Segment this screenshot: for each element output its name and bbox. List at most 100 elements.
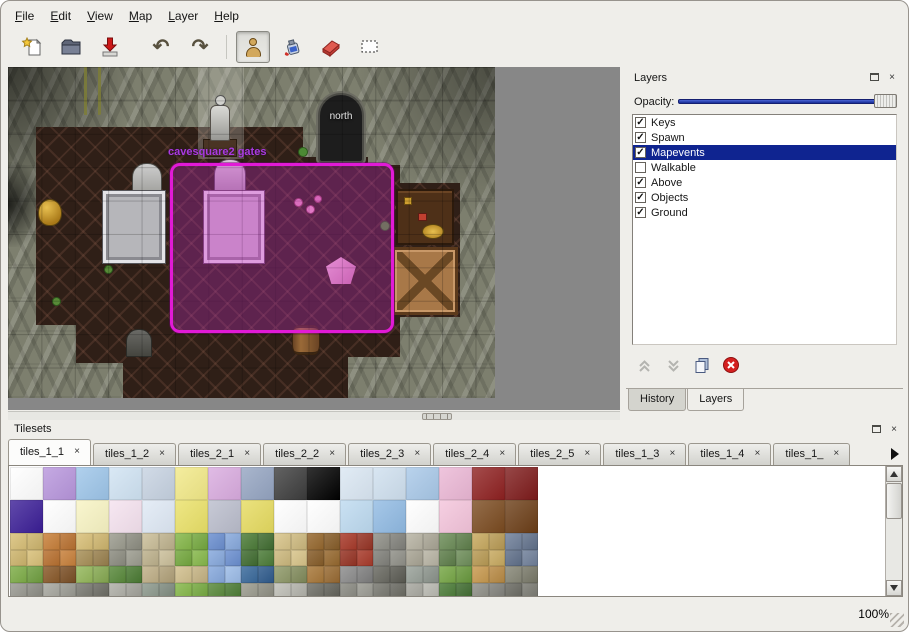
tile[interactable] [27, 566, 44, 583]
tile[interactable] [489, 583, 506, 598]
tile[interactable] [390, 533, 407, 550]
tile[interactable] [357, 583, 374, 598]
tile[interactable] [439, 550, 456, 567]
tile[interactable] [241, 550, 258, 567]
tile[interactable] [340, 583, 357, 598]
tile[interactable] [340, 533, 357, 550]
menu-item-help[interactable]: Help [206, 6, 247, 26]
tile[interactable] [192, 566, 209, 583]
tile[interactable] [505, 550, 522, 567]
tile[interactable] [307, 550, 324, 567]
tile[interactable] [126, 533, 143, 550]
tile[interactable] [76, 566, 93, 583]
tile[interactable] [456, 550, 473, 567]
float-panel-button[interactable] [869, 422, 883, 436]
layer-visibility-checkbox[interactable]: ✓ [635, 192, 646, 203]
tile[interactable] [192, 583, 209, 598]
duplicate-layer-button[interactable] [692, 355, 712, 375]
tile[interactable] [10, 500, 43, 533]
tile[interactable] [43, 566, 60, 583]
tile[interactable] [472, 467, 505, 500]
tile[interactable] [93, 550, 110, 567]
tile[interactable] [126, 583, 143, 598]
opacity-slider-handle[interactable] [874, 94, 897, 108]
tile[interactable] [340, 467, 373, 500]
tile[interactable] [142, 500, 175, 533]
tile[interactable] [274, 467, 307, 500]
tile[interactable] [373, 500, 406, 533]
tileset-tab-tiles_2_2[interactable]: tiles_2_2× [263, 443, 346, 465]
tile[interactable] [126, 550, 143, 567]
tile[interactable] [406, 566, 423, 583]
tile[interactable] [274, 533, 291, 550]
layer-row-walkable[interactable]: Walkable [633, 160, 896, 175]
layer-visibility-checkbox[interactable]: ✓ [635, 117, 646, 128]
tile[interactable] [406, 500, 439, 533]
tileset-tab-tiles_2_4[interactable]: tiles_2_4× [433, 443, 516, 465]
tile[interactable] [307, 583, 324, 598]
tile[interactable] [159, 550, 176, 567]
map-selection-rect[interactable] [170, 163, 394, 333]
eraser-tool-button[interactable] [314, 31, 348, 63]
tile[interactable] [27, 533, 44, 550]
tile[interactable] [390, 550, 407, 567]
tile[interactable] [439, 583, 456, 598]
tab-close-icon[interactable]: × [496, 448, 508, 460]
delete-layer-button[interactable] [721, 355, 741, 375]
tab-close-icon[interactable]: × [830, 448, 842, 460]
tile[interactable] [159, 533, 176, 550]
tile[interactable] [10, 533, 27, 550]
tile[interactable] [522, 550, 539, 567]
tile[interactable] [76, 467, 109, 500]
tile[interactable] [109, 566, 126, 583]
layer-row-objects[interactable]: ✓Objects [633, 190, 896, 205]
tile[interactable] [159, 566, 176, 583]
tile[interactable] [175, 467, 208, 500]
tile[interactable] [76, 550, 93, 567]
tile[interactable] [423, 583, 440, 598]
tileset-tab-tiles_1_2[interactable]: tiles_1_2× [93, 443, 176, 465]
tile[interactable] [258, 583, 275, 598]
tile[interactable] [142, 467, 175, 500]
tileset-viewport[interactable] [8, 465, 903, 597]
tile[interactable] [489, 550, 506, 567]
tile[interactable] [406, 467, 439, 500]
tile[interactable] [439, 467, 472, 500]
panel-tab-history[interactable]: History [628, 389, 686, 411]
tile[interactable] [76, 533, 93, 550]
tile[interactable] [423, 533, 440, 550]
layer-visibility-checkbox[interactable]: ✓ [635, 207, 646, 218]
tile[interactable] [241, 566, 258, 583]
tile[interactable] [43, 533, 60, 550]
layer-row-mapevents[interactable]: ✓Mapevents [633, 145, 896, 160]
tile[interactable] [225, 550, 242, 567]
tileset-vscrollbar[interactable] [885, 466, 902, 596]
tile[interactable] [142, 566, 159, 583]
close-panel-button[interactable]: × [885, 70, 899, 84]
tile[interactable] [439, 533, 456, 550]
tile[interactable] [489, 533, 506, 550]
tile[interactable] [109, 500, 142, 533]
tile[interactable] [43, 467, 76, 500]
tile[interactable] [340, 550, 357, 567]
tile[interactable] [472, 533, 489, 550]
tile[interactable] [10, 467, 43, 500]
menu-item-map[interactable]: Map [121, 6, 160, 26]
layer-row-spawn[interactable]: ✓Spawn [633, 130, 896, 145]
tile[interactable] [10, 550, 27, 567]
tile[interactable] [208, 500, 241, 533]
tile[interactable] [307, 467, 340, 500]
tile[interactable] [109, 467, 142, 500]
tile[interactable] [109, 583, 126, 598]
tile[interactable] [258, 566, 275, 583]
tile[interactable] [522, 566, 539, 583]
opacity-slider[interactable] [678, 92, 897, 110]
layer-visibility-checkbox[interactable]: ✓ [635, 147, 646, 158]
tile[interactable] [505, 467, 538, 500]
tile[interactable] [175, 550, 192, 567]
tile[interactable] [505, 583, 522, 598]
new-map-button[interactable] [15, 31, 49, 63]
tile[interactable] [324, 566, 341, 583]
tile[interactable] [27, 550, 44, 567]
tile[interactable] [291, 583, 308, 598]
